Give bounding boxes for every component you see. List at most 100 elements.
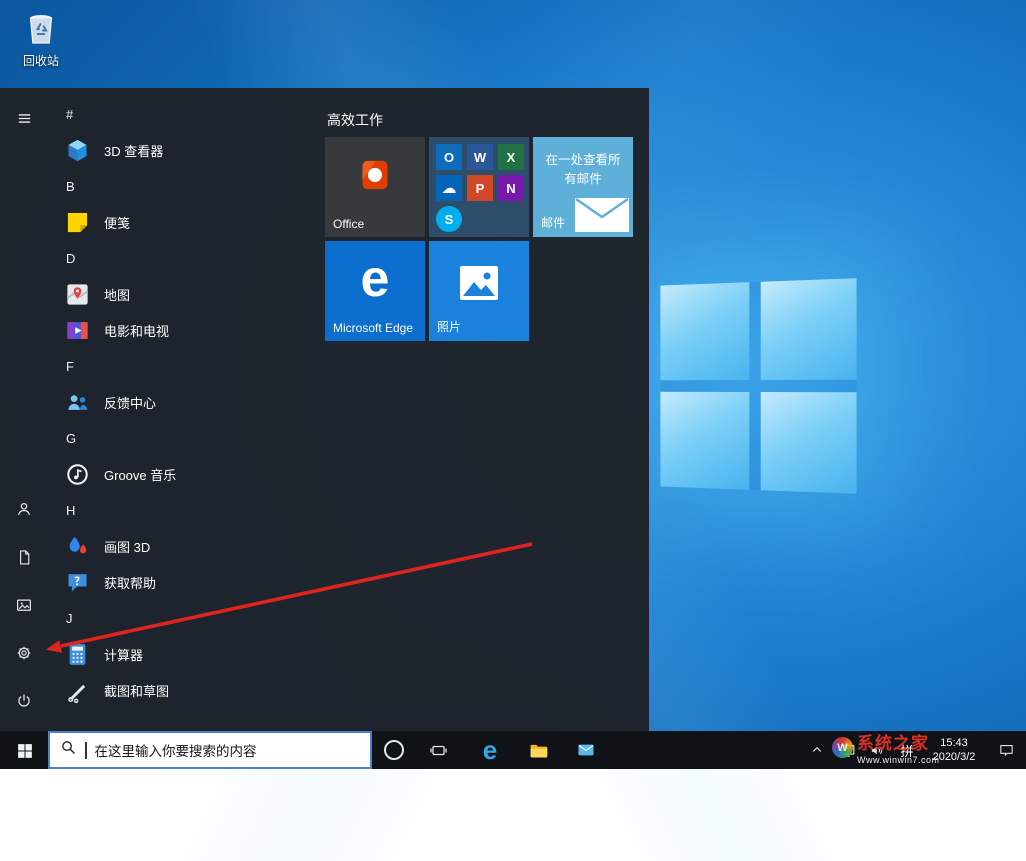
app-list-item-maps[interactable]: 地图 (48, 276, 323, 312)
app-list-item-feedback-hub[interactable]: 反馈中心 (48, 384, 323, 420)
user-account-button[interactable] (0, 485, 48, 533)
app-list-letter[interactable]: D (48, 240, 323, 276)
onenote-mini-icon[interactable]: N (498, 175, 524, 201)
mail-envelope-icon (575, 197, 629, 237)
tray-chevron-up-button[interactable] (802, 731, 832, 769)
app-list-letter[interactable]: J (48, 600, 323, 636)
skype-mini-icon[interactable]: S (436, 206, 462, 232)
recycle-bin-icon (23, 15, 59, 50)
3d-viewer-icon (62, 135, 92, 165)
file-explorer-button[interactable] (516, 731, 560, 769)
get-help-icon (62, 567, 92, 597)
mail-taskbar-button[interactable] (564, 731, 608, 769)
tile-label: 邮件 (541, 216, 566, 230)
tile-label: 照片 (437, 320, 462, 334)
letter-label: H (66, 502, 76, 518)
rail-bottom-group (0, 485, 48, 725)
tile-label: Microsoft Edge (333, 321, 414, 335)
start-menu-rail (0, 88, 48, 731)
volume-icon (871, 746, 882, 754)
windows-logo-pane (660, 391, 750, 490)
system-tray: 拼 15:43 2020/3/2 (802, 731, 1026, 769)
letter-label: F (66, 358, 74, 374)
app-label: 3D 查看器 (104, 143, 164, 159)
text-caret (85, 741, 87, 759)
app-list-letter[interactable]: G (48, 420, 323, 456)
menu-hamburger-button[interactable] (0, 94, 48, 142)
app-list-item-movies-tv[interactable]: 电影和电视 (48, 312, 323, 348)
app-label: Groove 音乐 (104, 467, 177, 483)
app-list-item-groove-music[interactable]: Groove 音乐 (48, 456, 323, 492)
letter-label: J (66, 610, 73, 626)
app-list-letter[interactable]: B (48, 168, 323, 204)
app-list-letter[interactable]: # (48, 96, 323, 132)
edge-icon: e (482, 735, 498, 765)
app-list: # 3D 查看器 B 便笺 D 地图 电影和电视 F 反馈中心 G Groove… (48, 88, 323, 731)
powerpoint-mini-icon[interactable]: P (467, 175, 493, 201)
tile-group-title: 高效工作 (327, 112, 383, 128)
letter-label: D (66, 250, 76, 266)
windows-logo-pane (660, 282, 750, 381)
app-list-item-calculator[interactable]: 计算器 (48, 636, 323, 672)
app-list-item-paint-3d[interactable]: 画图 3D (48, 528, 323, 564)
tile-mail[interactable]: 在一处查看所有邮件 邮件 (533, 137, 633, 237)
taskbar-buttons: e (372, 731, 608, 769)
outlook-mini-icon[interactable]: O (436, 144, 462, 170)
word-mini-icon[interactable]: W (467, 144, 493, 170)
letter-label: G (66, 430, 77, 446)
edge-logo-icon: e (360, 250, 390, 308)
action-center-button[interactable] (986, 731, 1026, 769)
mail-promo-text: 在一处查看所有邮件 (545, 153, 621, 187)
excel-mini-icon[interactable]: X (498, 144, 524, 170)
office-logo-icon (355, 155, 395, 200)
power-button[interactable] (0, 677, 48, 725)
calculator-icon (62, 639, 92, 669)
taskbar-search-box[interactable]: 在这里输入你要搜索的内容 (48, 731, 372, 769)
cortana-button[interactable] (372, 731, 416, 769)
taskbar-clock[interactable]: 15:43 2020/3/2 (922, 731, 986, 769)
feedback-hub-icon (62, 387, 92, 417)
app-list-item-get-help[interactable]: 获取帮助 (48, 564, 323, 600)
office-folder-grid: O W X ☁ P N S (436, 144, 524, 232)
search-icon (60, 739, 77, 761)
app-label: 截图和草图 (104, 683, 170, 699)
ime-indicator[interactable]: 拼 (892, 731, 922, 769)
tile-office[interactable]: Office (325, 137, 425, 237)
app-label: 获取帮助 (104, 575, 157, 591)
tile-office-folder[interactable]: O W X ☁ P N S (429, 137, 529, 237)
taskbar: 在这里输入你要搜索的内容 e 拼 15:43 2020/3/2 (0, 731, 1026, 769)
clock-time: 15:43 (940, 736, 968, 749)
app-list-letter[interactable]: F (48, 348, 323, 384)
app-list-item-3d-viewer[interactable]: 3D 查看器 (48, 132, 323, 168)
settings-button[interactable] (0, 629, 48, 677)
pictures-button[interactable] (0, 581, 48, 629)
mail-icon (578, 744, 594, 756)
tile-microsoft-edge[interactable]: e Microsoft Edge (325, 241, 425, 341)
start-button[interactable] (0, 731, 48, 769)
onedrive-mini-icon[interactable]: ☁ (436, 175, 462, 201)
tile-photos[interactable]: 照片 (429, 241, 529, 341)
network-icon-button[interactable] (832, 731, 862, 769)
app-list-letter[interactable]: H (48, 492, 323, 528)
movies-tv-icon (62, 315, 92, 345)
app-label: 画图 3D (104, 539, 151, 555)
app-list-item-sticky-notes[interactable]: 便笺 (48, 204, 323, 240)
photos-icon (459, 265, 499, 306)
documents-button[interactable] (0, 533, 48, 581)
snip-sketch-icon (62, 675, 92, 705)
wallpaper-windows-logo (660, 278, 857, 494)
app-label: 计算器 (104, 647, 144, 663)
app-label: 反馈中心 (104, 395, 157, 411)
sticky-notes-icon (62, 207, 92, 237)
edge-taskbar-button[interactable]: e (468, 731, 512, 769)
network-icon (840, 744, 854, 757)
tiles-pane: 高效工作 Office O W X ☁ P N S 在一处查看所有邮件 邮件 e… (325, 88, 649, 731)
recycle-bin[interactable]: 回收站 (12, 8, 70, 69)
app-list-item-snip-sketch[interactable]: 截图和草图 (48, 672, 323, 708)
letter-label: B (66, 178, 75, 194)
paint-3d-icon (62, 531, 92, 561)
volume-icon-button[interactable] (862, 731, 892, 769)
app-label: 便笺 (104, 215, 131, 231)
task-view-button[interactable] (416, 731, 460, 769)
cortana-icon (384, 740, 404, 760)
